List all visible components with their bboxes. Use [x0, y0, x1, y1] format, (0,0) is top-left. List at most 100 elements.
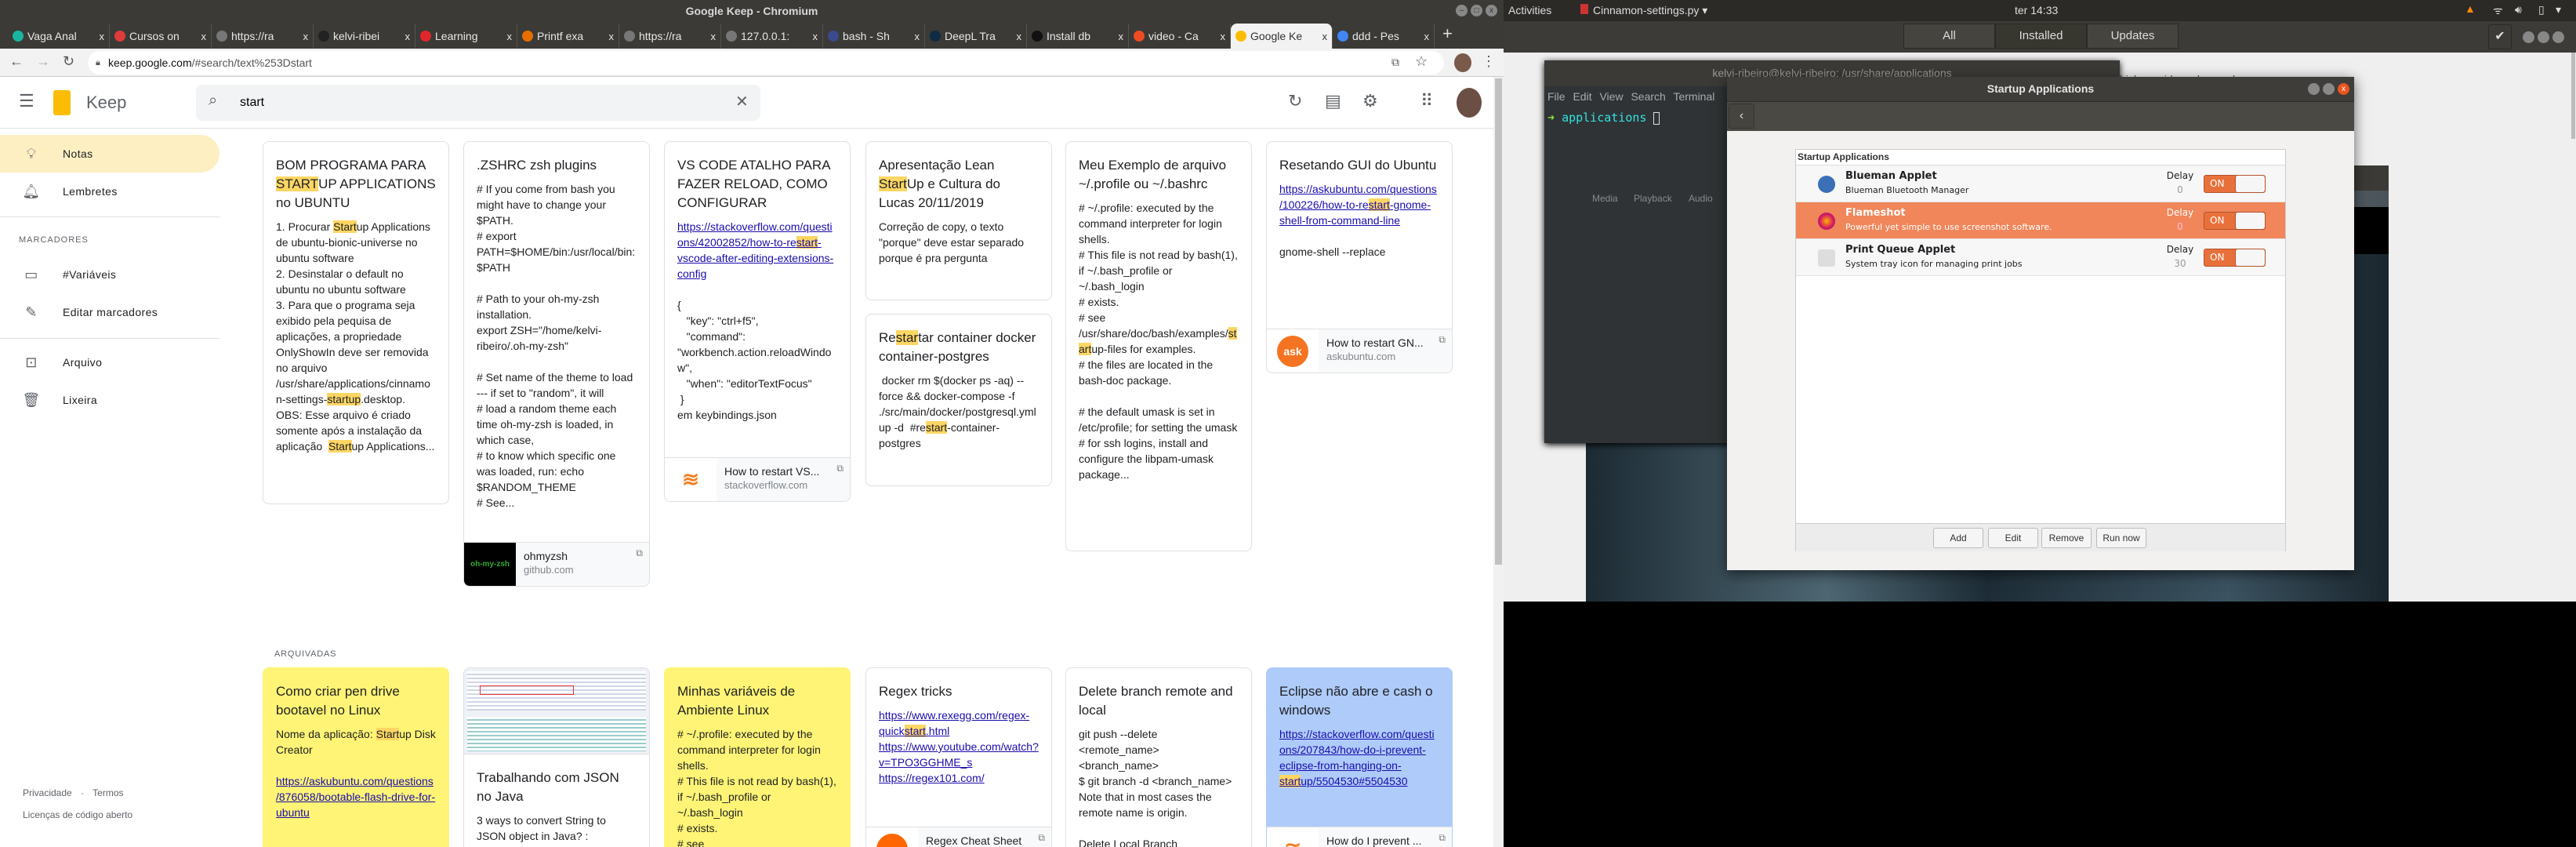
- translate-icon[interactable]: ⧉: [1391, 56, 1399, 69]
- open-external-icon[interactable]: ⧉: [836, 463, 844, 474]
- note-link[interactable]: start: [1368, 198, 1390, 211]
- menu-playback[interactable]: Playback: [1634, 193, 1672, 204]
- close-button[interactable]: x: [2338, 83, 2349, 95]
- edit-button[interactable]: Edit: [1988, 528, 2038, 548]
- note-link[interactable]: up/5504530#5504530: [1301, 775, 1407, 787]
- note-link[interactable]: https://regex101.com/: [879, 772, 985, 784]
- tab-close-icon[interactable]: x: [711, 31, 717, 42]
- tab-installed[interactable]: Installed: [1995, 24, 2087, 49]
- note-link[interactable]: https://askubuntu.com/questions/876058/b…: [276, 775, 435, 819]
- app-menu[interactable]: Cinnamon-settings.py ▾: [1580, 4, 1707, 17]
- tab-close-icon[interactable]: x: [303, 31, 309, 42]
- browser-tab[interactable]: video - Ca x: [1129, 24, 1231, 49]
- browser-tab[interactable]: DeepL Tra x: [925, 24, 1027, 49]
- note-link[interactable]: start: [1279, 775, 1301, 787]
- tab-updates[interactable]: Updates: [2087, 24, 2179, 49]
- menu-view[interactable]: View: [1599, 90, 1623, 103]
- main-menu-icon[interactable]: ☰: [19, 91, 34, 111]
- settings-gear-icon[interactable]: ⚙: [1362, 91, 1378, 111]
- browser-tab[interactable]: kelvi-ribei x: [314, 24, 415, 49]
- browser-tab[interactable]: Printf exa x: [517, 24, 619, 49]
- note-card[interactable]: Apresentação Lean StartUp e Cultura do L…: [865, 141, 1052, 300]
- startup-item[interactable]: Flameshot Powerful yet simple to use scr…: [1796, 202, 2285, 239]
- minimize-button[interactable]: –: [1456, 5, 1468, 16]
- open-external-icon[interactable]: ⧉: [1439, 334, 1446, 346]
- system-menu-arrow-icon[interactable]: ▾: [2556, 3, 2561, 16]
- note-card[interactable]: Trabalhando com JSON no Java 3 ways to co…: [463, 667, 650, 847]
- close-button[interactable]: [2552, 31, 2564, 43]
- battery-icon[interactable]: ▯: [2538, 3, 2545, 16]
- clear-search-icon[interactable]: ✕: [735, 92, 749, 111]
- back-button[interactable]: ‹: [1729, 104, 1754, 129]
- sidebar-item-variaveis[interactable]: ▭ #Variáveis: [0, 256, 220, 293]
- menu-icon[interactable]: ⋮: [1482, 53, 1496, 70]
- settings-scrollbar[interactable]: [2571, 53, 2575, 139]
- note-card[interactable]: Delete branch remote and local git push -…: [1065, 667, 1252, 847]
- tab-all[interactable]: All: [1903, 24, 1995, 49]
- sidebar-item-arquivo[interactable]: ⊡ Arquivo: [0, 344, 220, 381]
- tab-close-icon[interactable]: x: [1322, 31, 1328, 42]
- privacy-link[interactable]: Privacidade: [23, 787, 72, 798]
- browser-tab[interactable]: Vaga Anal x: [8, 24, 110, 49]
- minimize-button[interactable]: [2308, 83, 2320, 95]
- menu-terminal[interactable]: Terminal: [1673, 90, 1714, 103]
- tab-close-icon[interactable]: x: [507, 31, 513, 42]
- note-link[interactable]: .html: [926, 725, 949, 737]
- enabled-toggle[interactable]: ON: [2204, 212, 2266, 230]
- browser-tab[interactable]: https://ra x: [619, 24, 721, 49]
- wifi-icon[interactable]: ᯤ: [2493, 3, 2503, 18]
- scrollbar-thumb[interactable]: [1495, 78, 1502, 565]
- tab-close-icon[interactable]: x: [915, 31, 920, 42]
- tab-close-icon[interactable]: x: [100, 31, 105, 42]
- menu-audio[interactable]: Audio: [1689, 193, 1713, 204]
- minimize-button[interactable]: [2523, 31, 2534, 43]
- note-link[interactable]: start: [904, 725, 926, 737]
- note-card[interactable]: Minhas variáveis de Ambiente Linux # ~/.p…: [664, 667, 851, 847]
- enabled-toggle[interactable]: ON: [2204, 175, 2266, 193]
- tab-close-icon[interactable]: x: [405, 31, 411, 42]
- link-preview[interactable]: oh-my-zsh ohmyzsh github.com ⧉: [464, 542, 649, 586]
- note-card[interactable]: Regex tricks https://www.rexegg.com/regex…: [865, 667, 1052, 847]
- tab-close-icon[interactable]: x: [813, 31, 818, 42]
- profile-avatar[interactable]: [1454, 53, 1471, 72]
- note-card[interactable]: Meu Exemplo de arquivo ~/.profile ou ~/.…: [1065, 141, 1252, 551]
- terminal-prompt[interactable]: ➜ applications: [1547, 111, 1660, 125]
- note-card[interactable]: Restartar container docker container-pos…: [865, 314, 1052, 486]
- maximize-button[interactable]: □: [1471, 5, 1482, 16]
- terms-link[interactable]: Termos: [93, 787, 123, 798]
- tab-close-icon[interactable]: x: [609, 31, 615, 42]
- check-icon[interactable]: ✔: [2488, 24, 2512, 49]
- open-external-icon[interactable]: ⧉: [636, 547, 643, 559]
- apps-grid-icon[interactable]: ⠿: [1420, 91, 1433, 111]
- maximize-button[interactable]: [2323, 83, 2335, 95]
- note-card[interactable]: Eclipse não abre e cash o windows https:/…: [1266, 667, 1453, 847]
- note-card[interactable]: Como criar pen drive bootavel no Linux No…: [263, 667, 449, 847]
- note-link[interactable]: https://www.rexegg.com/regex-quick: [879, 709, 1029, 737]
- link-preview[interactable]: ≋ How to restart VS... stackoverflow.com ⧉: [665, 457, 850, 501]
- sidebar-item-lembretes[interactable]: 🔔︎ Lembretes: [0, 173, 220, 210]
- run-now-button[interactable]: Run now: [2096, 528, 2146, 548]
- account-avatar[interactable]: [1457, 88, 1482, 118]
- tab-close-icon[interactable]: x: [1221, 31, 1226, 42]
- browser-tab[interactable]: 127.0.0.1: x: [721, 24, 823, 49]
- link-preview[interactable]: ≋ How do I prevent ... ⧉: [1267, 827, 1452, 847]
- menu-edit[interactable]: Edit: [1573, 90, 1591, 103]
- link-preview[interactable]: Regex Cheat Sheet ⧉: [866, 827, 1051, 847]
- sidebar-item-lixeira[interactable]: 🗑︎ Lixeira: [0, 381, 220, 419]
- list-view-icon[interactable]: ▤: [1325, 91, 1341, 111]
- menu-search[interactable]: Search: [1631, 90, 1665, 103]
- tab-close-icon[interactable]: x: [1017, 31, 1022, 42]
- note-card[interactable]: .ZSHRC zsh plugins # If you come from bas…: [463, 141, 650, 587]
- search-icon[interactable]: ⌕: [209, 92, 217, 110]
- maximize-button[interactable]: [2538, 31, 2549, 43]
- address-bar[interactable]: 🔒︎ keep.google.com/#search/text%253Dstar…: [88, 51, 1444, 75]
- browser-tab[interactable]: bash - Sh x: [823, 24, 925, 49]
- back-icon[interactable]: ←: [9, 53, 24, 70]
- browser-tab[interactable]: Learning x: [415, 24, 517, 49]
- vlc-tray-icon[interactable]: ▲: [2465, 2, 2476, 15]
- sidebar-item-notas[interactable]: 💡︎ Notas: [0, 135, 220, 173]
- close-button[interactable]: x: [1486, 5, 1497, 16]
- note-link[interactable]: https://stackoverflow.com/questions/2078…: [1279, 728, 1435, 772]
- startup-item[interactable]: Blueman Applet Blueman Bluetooth Manager…: [1796, 165, 2285, 202]
- reload-icon[interactable]: ↻: [63, 53, 74, 70]
